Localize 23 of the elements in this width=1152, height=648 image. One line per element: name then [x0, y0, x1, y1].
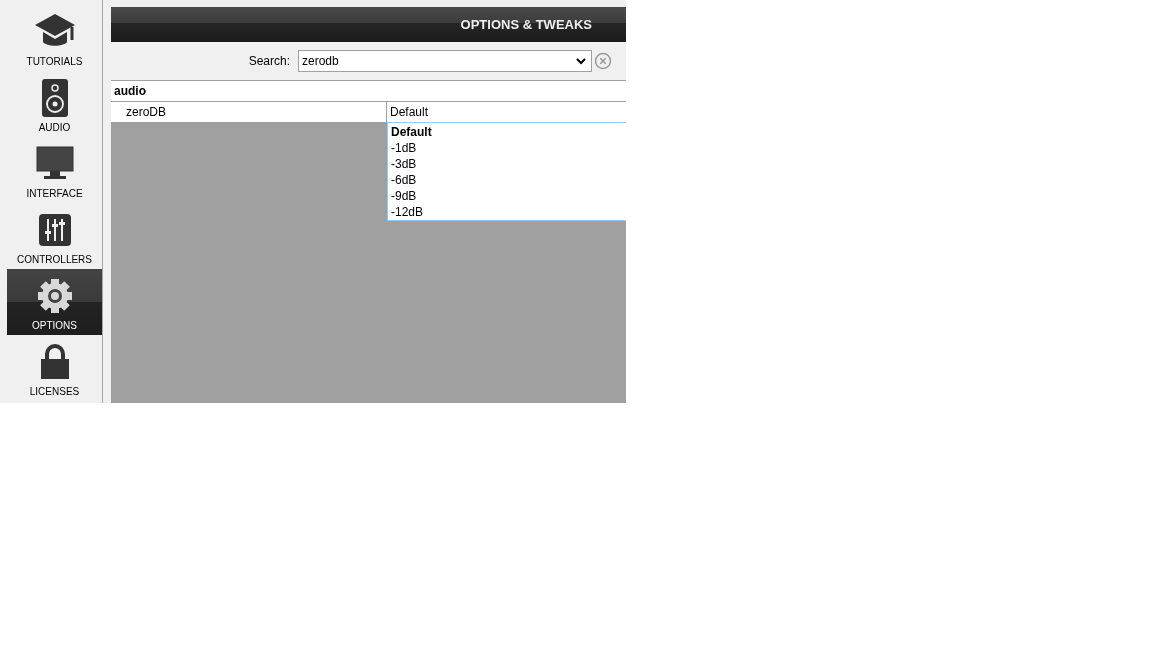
- dropdown-option[interactable]: -3dB: [391, 156, 626, 172]
- sidebar-item[interactable]: AUDIO: [7, 71, 102, 137]
- dropdown-option[interactable]: -1dB: [391, 140, 626, 156]
- dropdown-option[interactable]: Default: [391, 124, 626, 140]
- sidebar-item[interactable]: CONTROLLERS: [7, 203, 102, 269]
- monitor-icon: [35, 146, 74, 182]
- padlock-icon: [39, 344, 70, 380]
- sidebar-item[interactable]: TUTORIALS: [7, 5, 102, 71]
- sliders-icon: [38, 214, 71, 246]
- sidebar-item[interactable]: INTERFACE: [7, 137, 102, 203]
- speaker-icon: [41, 79, 68, 117]
- chevron-down-icon[interactable]: [576, 57, 586, 65]
- sidebar-item[interactable]: OPTIONS: [7, 269, 102, 335]
- dropdown-option[interactable]: -9dB: [391, 188, 626, 204]
- settings-icon: [36, 278, 73, 314]
- sidebar-item[interactable]: LICENSES: [7, 335, 102, 401]
- group-header: audio: [114, 84, 146, 98]
- search-field[interactable]: zerodb: [298, 50, 592, 72]
- header-title: OPTIONS & TWEAKS: [460, 17, 592, 32]
- search-label: Search:: [248, 54, 290, 68]
- dropdown-option[interactable]: -6dB: [391, 172, 626, 188]
- dropdown-option[interactable]: -12dB: [391, 204, 626, 220]
- property-value-dropdown[interactable]: Default: [387, 102, 626, 122]
